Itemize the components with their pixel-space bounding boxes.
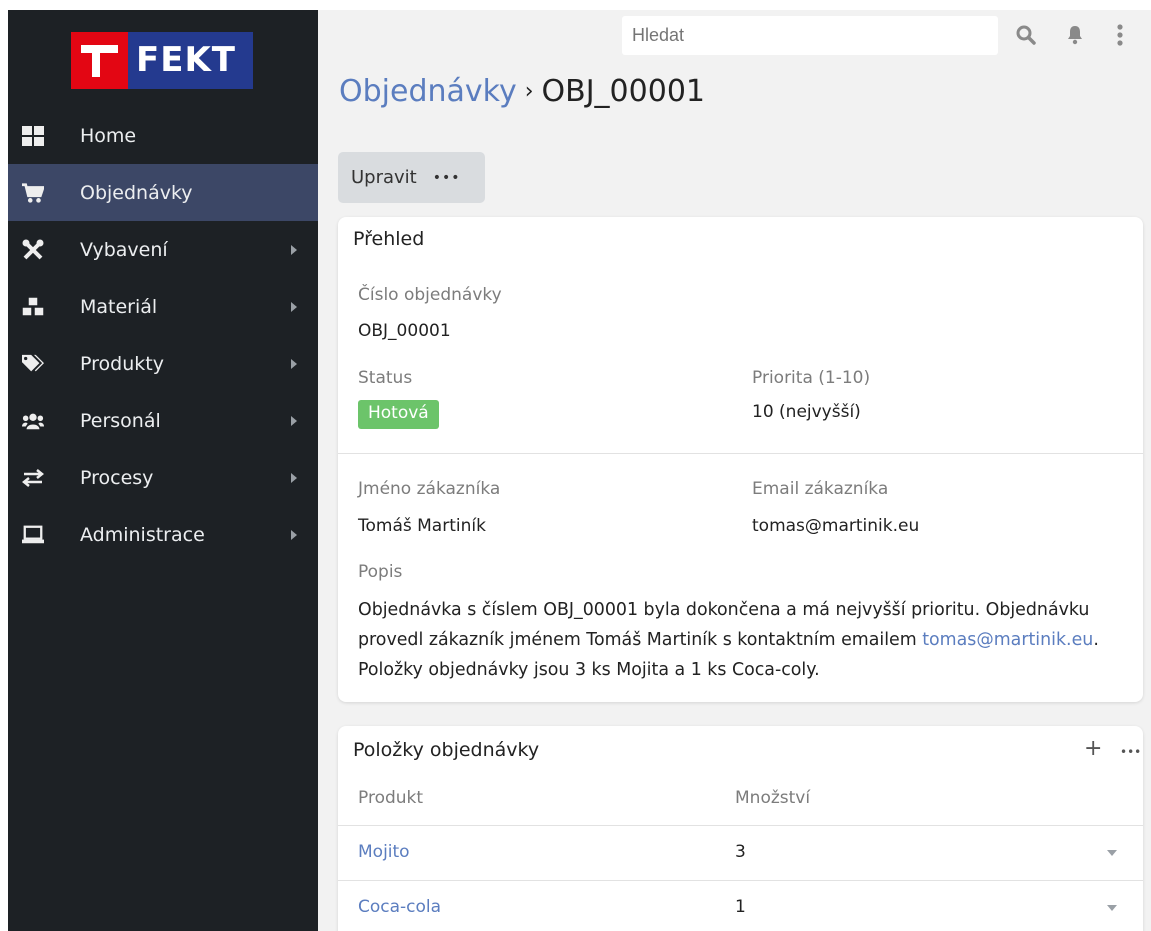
sidebar-item-label: Personál bbox=[80, 409, 161, 432]
customer-email-label: Email zákazníka bbox=[752, 479, 889, 499]
sidebar-item-produkty[interactable]: Produkty bbox=[8, 335, 318, 392]
order-number-label: Číslo objednávky bbox=[358, 285, 502, 305]
sidebar-item-label: Materiál bbox=[80, 295, 158, 318]
bell-icon[interactable] bbox=[1062, 22, 1088, 48]
sidebar-nav: Home Objednávky Vybavení Materiál Produk… bbox=[8, 107, 318, 563]
fekt-logo[interactable]: FEKT bbox=[71, 32, 253, 89]
sidebar-item-home[interactable]: Home bbox=[8, 107, 318, 164]
app-frame: FEKT Home Objednávky Vybavení Materiál P… bbox=[8, 10, 1151, 931]
more-actions-button[interactable]: ••• bbox=[433, 170, 461, 186]
sidebar-item-label: Vybavení bbox=[80, 238, 168, 261]
column-header-quantity: Množství bbox=[735, 788, 811, 808]
grid-icon bbox=[22, 125, 44, 147]
main-content: Objednávky › OBJ_00001 Upravit ••• Přehled… bbox=[318, 10, 1151, 931]
logo-mark bbox=[71, 32, 128, 89]
sidebar-item-objednavky[interactable]: Objednávky bbox=[8, 164, 318, 221]
column-header-product: Produkt bbox=[358, 788, 424, 808]
customer-name-value: Tomáš Martiník bbox=[358, 516, 486, 536]
tags-icon bbox=[22, 353, 44, 375]
quantity-value: 3 bbox=[735, 842, 746, 862]
order-items-card: Položky objednávky + ••• Produkt Množstv… bbox=[338, 726, 1143, 931]
sidebar-item-material[interactable]: Materiál bbox=[8, 278, 318, 335]
product-link[interactable]: Mojito bbox=[358, 842, 410, 862]
chevron-right-icon bbox=[291, 472, 297, 483]
customer-name-label: Jméno zákazníka bbox=[358, 479, 501, 499]
chevron-right-icon bbox=[291, 301, 297, 312]
logo-text: FEKT bbox=[128, 32, 253, 89]
sidebar-item-label: Administrace bbox=[80, 523, 205, 546]
description-text: Objednávka s číslem OBJ_00001 byla dokon… bbox=[358, 595, 1128, 685]
chevron-down-icon[interactable] bbox=[1107, 850, 1117, 856]
breadcrumb-separator: › bbox=[524, 79, 534, 104]
laptop-icon bbox=[22, 524, 44, 546]
breadcrumb-parent-link[interactable]: Objednávky bbox=[339, 74, 517, 109]
priority-label: Priorita (1-10) bbox=[752, 368, 871, 388]
sidebar-item-personal[interactable]: Personál bbox=[8, 392, 318, 449]
table-row[interactable]: Mojito 3 bbox=[338, 825, 1143, 879]
chevron-down-icon[interactable] bbox=[1107, 905, 1117, 911]
edit-button-group: Upravit ••• bbox=[338, 152, 485, 203]
product-link[interactable]: Coca-cola bbox=[358, 897, 441, 917]
kebab-menu-icon[interactable] bbox=[1107, 22, 1133, 48]
sidebar: FEKT Home Objednávky Vybavení Materiál P… bbox=[8, 10, 318, 931]
sidebar-item-procesy[interactable]: Procesy bbox=[8, 449, 318, 506]
order-items-title: Položky objednávky bbox=[353, 739, 540, 761]
sidebar-item-label: Objednávky bbox=[80, 181, 193, 204]
sidebar-item-label: Produkty bbox=[80, 352, 164, 375]
customer-email-value: tomas@martinik.eu bbox=[752, 516, 920, 536]
cart-icon bbox=[22, 182, 44, 204]
add-item-button[interactable]: + bbox=[1084, 736, 1102, 761]
cubes-icon bbox=[22, 296, 44, 318]
search-icon[interactable] bbox=[1013, 22, 1039, 48]
status-label: Status bbox=[358, 368, 413, 388]
exchange-icon bbox=[22, 467, 44, 489]
edit-button[interactable]: Upravit bbox=[351, 167, 417, 188]
quantity-value: 1 bbox=[735, 897, 746, 917]
chevron-right-icon bbox=[291, 529, 297, 540]
description-email-link[interactable]: tomas@martinik.eu bbox=[922, 630, 1093, 650]
sidebar-item-label: Home bbox=[80, 124, 137, 147]
sidebar-item-label: Procesy bbox=[80, 466, 154, 489]
items-more-button[interactable]: ••• bbox=[1120, 745, 1141, 759]
tools-icon bbox=[22, 239, 44, 261]
users-icon bbox=[22, 410, 44, 432]
breadcrumb: Objednávky › OBJ_00001 bbox=[339, 74, 705, 109]
description-label: Popis bbox=[358, 562, 403, 582]
table-row[interactable]: Coca-cola 1 bbox=[338, 880, 1143, 931]
status-badge: Hotová bbox=[358, 400, 439, 429]
chevron-right-icon bbox=[291, 415, 297, 426]
order-number-value: OBJ_00001 bbox=[358, 321, 451, 341]
chevron-right-icon bbox=[291, 358, 297, 369]
overview-title: Přehled bbox=[353, 228, 425, 250]
chevron-right-icon bbox=[291, 244, 297, 255]
overview-card: Přehled Číslo objednávky OBJ_00001 Statu… bbox=[338, 217, 1143, 702]
breadcrumb-current: OBJ_00001 bbox=[541, 74, 705, 109]
sidebar-item-vybaveni[interactable]: Vybavení bbox=[8, 221, 318, 278]
sidebar-item-administrace[interactable]: Administrace bbox=[8, 506, 318, 563]
section-divider bbox=[338, 453, 1143, 454]
search-input[interactable] bbox=[622, 16, 998, 55]
priority-value: 10 (nejvyšší) bbox=[752, 402, 861, 422]
